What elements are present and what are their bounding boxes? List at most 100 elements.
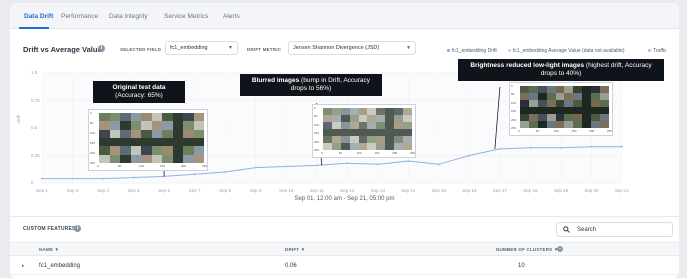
image-thumbnail xyxy=(564,121,574,128)
tab-alerts[interactable]: Alerts xyxy=(223,13,240,20)
x-tick-label: Sep 7 xyxy=(189,188,201,193)
image-thumbnail xyxy=(193,146,204,155)
drift-metric-dropdown[interactable]: Jensen Shannon Divergence (JSD) ▼ xyxy=(288,41,416,55)
legend-dot-icon xyxy=(508,49,511,53)
drift-data-point[interactable] xyxy=(560,146,562,149)
drift-data-point[interactable] xyxy=(468,154,471,157)
drift-data-point[interactable] xyxy=(102,177,104,180)
image-thumbnail xyxy=(591,100,601,107)
image-thumbnail xyxy=(349,129,359,136)
image-thumbnail xyxy=(555,86,565,93)
drift-data-point[interactable] xyxy=(376,163,379,166)
image-thumbnail xyxy=(358,129,368,136)
tab-data-integrity[interactable]: Data Integrity xyxy=(109,13,148,20)
x-tick-label: Sep 16 xyxy=(462,188,477,193)
image-thumbnail xyxy=(120,121,131,130)
image-thumbnail xyxy=(331,122,341,129)
drift-data-point[interactable] xyxy=(71,177,74,180)
image-thumbnail xyxy=(99,146,110,155)
image-thumbnail xyxy=(376,115,386,122)
date-range: Sep 01, 12:00 am - Sep 21, 05:00 pm xyxy=(294,196,395,202)
drift-data-point[interactable] xyxy=(437,163,440,166)
drift-data-point[interactable] xyxy=(529,146,532,149)
x-tick-label: Sep 4 xyxy=(97,188,109,193)
image-thumbnail xyxy=(358,108,368,115)
search-input[interactable]: Search xyxy=(556,222,673,237)
image-thumbnail xyxy=(172,137,183,147)
drift-data-point[interactable] xyxy=(132,176,135,179)
image-thumbnail xyxy=(546,114,556,121)
drift-data-point[interactable] xyxy=(590,145,593,148)
row-name: fc1_embedding xyxy=(39,263,81,269)
image-thumbnail xyxy=(591,121,601,128)
image-thumbnail xyxy=(528,114,538,121)
legend-drift-label: fc1_embedding Drift xyxy=(452,48,497,54)
legend-dot-icon xyxy=(447,49,450,53)
image-thumbnail xyxy=(520,114,529,121)
image-thumbnail xyxy=(546,107,556,114)
grid-y-tick: 0 xyxy=(90,111,92,115)
image-thumbnail xyxy=(349,136,359,143)
column-header-drift[interactable]: DRIFT ▼ xyxy=(285,247,305,252)
drift-data-point[interactable] xyxy=(41,177,43,180)
legend-traffic[interactable]: Traffic xyxy=(648,48,667,54)
tab-data-drift[interactable]: Data Drift xyxy=(24,13,53,20)
image-thumbnail xyxy=(151,154,162,163)
grid-y-tick: 100 xyxy=(90,131,96,135)
selected-field-dropdown[interactable]: fc1_embedding ▼ xyxy=(165,41,238,55)
image-thumbnail xyxy=(367,108,377,115)
image-thumbnail xyxy=(394,108,404,115)
image-thumbnail xyxy=(555,114,565,121)
drift-data-point[interactable] xyxy=(193,173,196,176)
legend-drift[interactable]: fc1_embedding Drift xyxy=(447,48,497,54)
legend-average-value[interactable]: fc1_embedding Average Value (data not av… xyxy=(508,48,625,54)
info-icon[interactable]: i xyxy=(557,246,563,252)
grid-x-tick: 50 xyxy=(338,151,343,155)
column-header-clusters[interactable]: NUMBER OF CLUSTERS ▼ xyxy=(496,247,558,252)
grid-x-tick: 0 xyxy=(97,164,99,168)
grid-y-tick: 100 xyxy=(511,100,517,105)
image-thumbnail xyxy=(582,86,592,93)
image-thumbnail xyxy=(331,108,341,115)
drift-data-point[interactable] xyxy=(346,162,349,165)
annotation-low-light-bold: Brightness reduced low-light images xyxy=(470,62,585,69)
image-thumbnail xyxy=(385,136,395,143)
image-thumbnail xyxy=(99,113,110,122)
image-thumbnail xyxy=(323,129,332,136)
chevron-down-icon: ▼ xyxy=(228,45,233,51)
tab-service-metrics[interactable]: Service Metrics xyxy=(164,13,208,20)
image-thumbnail xyxy=(600,100,609,107)
drift-data-point[interactable] xyxy=(285,165,288,168)
image-thumbnail xyxy=(99,129,110,138)
drift-data-point[interactable] xyxy=(315,164,318,167)
grid-x-tick: 200 xyxy=(392,151,398,155)
image-thumbnail xyxy=(520,121,529,128)
image-thumbnail xyxy=(367,115,377,122)
image-thumbnail xyxy=(349,108,359,115)
drift-data-point[interactable] xyxy=(498,148,501,150)
x-tick-label: Sep 12 xyxy=(340,188,355,193)
image-thumbnail xyxy=(600,114,609,121)
info-icon[interactable]: i xyxy=(98,45,105,52)
drift-data-point[interactable] xyxy=(621,145,623,148)
column-header-name[interactable]: NAME ▼ xyxy=(39,247,59,252)
drift-metric-value: Jensen Shannon Divergence (JSD) xyxy=(293,45,380,51)
image-thumbnail xyxy=(564,100,574,107)
drift-data-point[interactable] xyxy=(407,160,410,162)
grid-y-tick: 50 xyxy=(90,121,94,125)
image-thumbnail xyxy=(537,121,547,128)
table-row[interactable]: ▸ fc1_embedding 0.06 10 xyxy=(10,257,679,275)
tab-performance[interactable]: Performance xyxy=(61,13,98,20)
image-thumbnail xyxy=(537,86,547,93)
drift-data-point[interactable] xyxy=(254,166,257,169)
image-thumbnail xyxy=(172,154,183,163)
info-icon[interactable]: i xyxy=(74,225,81,232)
image-thumbnail xyxy=(193,113,204,122)
grid-x-tick: 250 xyxy=(410,151,416,155)
image-thumbnail xyxy=(582,114,592,121)
image-thumbnail xyxy=(331,129,341,136)
drift-data-point[interactable] xyxy=(224,171,227,173)
image-thumbnail xyxy=(183,129,194,138)
expand-row-icon[interactable]: ▸ xyxy=(22,263,25,269)
image-thumbnail xyxy=(537,114,547,121)
